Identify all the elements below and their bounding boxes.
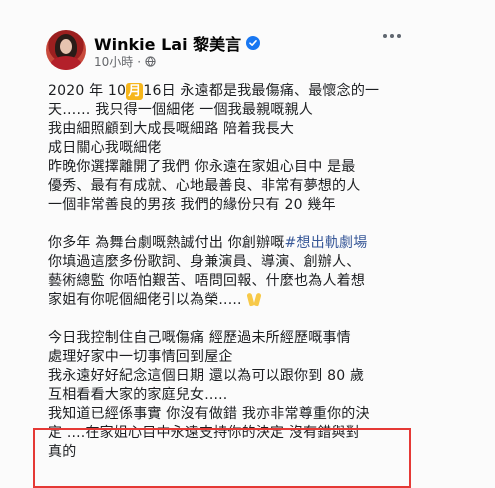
text-line: 你多年 為舞台劇嘅熱誠付出 你創辦嘅#想出軌劇場 xyxy=(48,234,448,253)
text-line: 我由細照顧到大成長嘅細路 陪着我長大 xyxy=(48,121,295,137)
text-line: 互相看看大家的家庭兒女..... xyxy=(48,387,228,403)
text-line: 處理好家中一切事情回到屋企 xyxy=(48,349,233,365)
text-line: 今日我控制住自己嘅傷痛 經歷過未所經歷嘅事情 xyxy=(48,330,351,346)
date-highlight: 月 xyxy=(126,83,144,100)
text-line: 我知道已經係事實 你沒有做錯 我亦非常尊重你的決 xyxy=(48,406,370,422)
text-line: 一個非常善良的男孩 我們的緣份只有 20 幾年 xyxy=(48,197,336,213)
globe-icon xyxy=(145,56,156,67)
text-segment: 家姐有你呢個細佬引以為榮..... xyxy=(48,292,242,308)
post-meta: 10小時 · xyxy=(94,53,156,70)
avatar[interactable] xyxy=(46,30,86,70)
text-line: 你填過這麼多份歌詞、身兼演員、導演、創辦人、 xyxy=(48,254,361,270)
text-line: 天…… 我只得一個細佬 一個我最親嘅親人 xyxy=(48,102,313,118)
more-horizontal-icon[interactable] xyxy=(383,30,403,42)
raising-hands-emoji xyxy=(246,291,262,307)
post-body: 2020 年 10 月 16日 永遠都是我最傷痛、最懷念的一 天…… 我只得一個細佬… xyxy=(48,82,448,462)
text-line: 昨晚你選擇離開了我們 你永遠在家姐心目中 是最 xyxy=(48,159,356,175)
verified-check-icon xyxy=(246,36,261,50)
text-line: 家姐有你呢個細佬引以為榮..... xyxy=(48,291,448,310)
hashtag-link[interactable]: #想出軌劇場 xyxy=(285,235,368,251)
text-segment: 你多年 為舞台劇嘅熱誠付出 你創辦嘅 xyxy=(48,235,285,251)
highlight-box xyxy=(33,428,411,488)
text-line: 我永遠好好紀念這個日期 還以為可以跟你到 80 歲 xyxy=(48,368,365,384)
author-row: Winkie Lai 黎美言 xyxy=(94,31,261,55)
author-name[interactable]: Winkie Lai 黎美言 xyxy=(94,31,241,55)
text-line: 優秀、最有有成就、心地最善良、非常有夢想的人 xyxy=(48,178,361,194)
text-segment: 16日 永遠都是我最傷痛、最懷念的一 xyxy=(143,83,380,99)
post-header: Winkie Lai 黎美言 10小時 · xyxy=(0,0,495,72)
text-line: 成日關心我嘅細佬 xyxy=(48,140,162,156)
post-time[interactable]: 10小時 xyxy=(94,53,133,70)
text-line: 2020 年 10 月 16日 永遠都是我最傷痛、最懷念的一 xyxy=(48,82,448,101)
meta-separator: · xyxy=(137,54,142,69)
text-line: 藝術總監 你唔怕艱苦、唔問回報、什麼也為人着想 xyxy=(48,273,366,289)
date-text: 2020 年 10 xyxy=(48,83,127,99)
